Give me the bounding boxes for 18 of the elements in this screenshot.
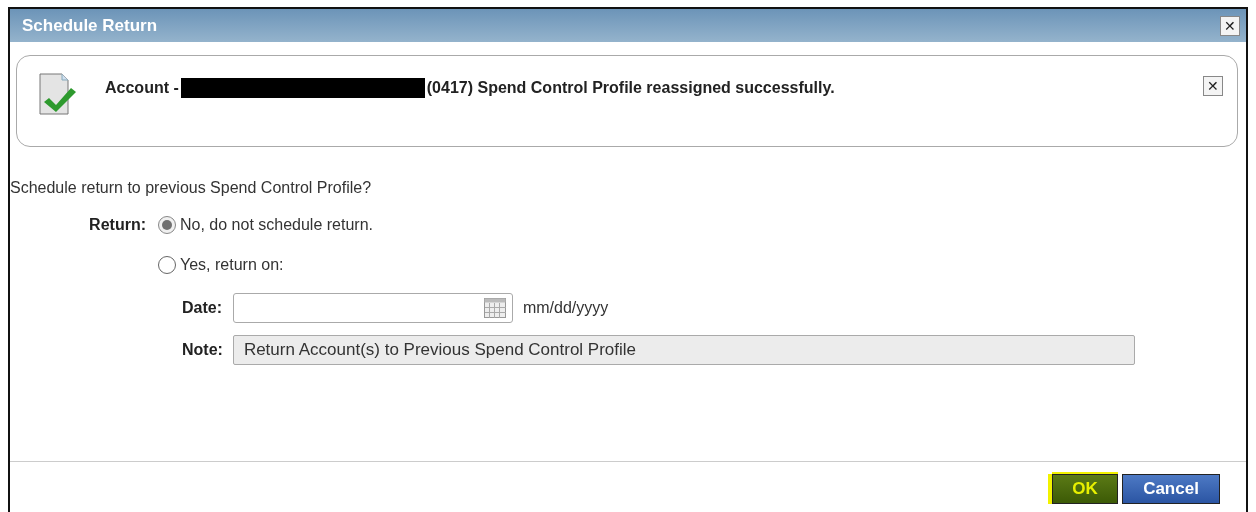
calendar-icon[interactable] [483,298,506,318]
date-field[interactable] [232,293,513,323]
field-label: Return: [89,216,146,233]
radio-label: No, do not schedule return. [180,216,373,234]
date-format-hint: mm/dd/yyyy [522,299,609,317]
radio-button[interactable] [158,256,176,274]
question-text: Schedule return to previous Spend Control Profile? [10,179,372,196]
close-button[interactable]: ✕ [1220,15,1240,36]
radio-button[interactable] [158,216,176,234]
window-title: Schedule Return [22,15,158,36]
close-button[interactable]: ✕ [1203,76,1223,96]
cancel-button[interactable]: Cancel [1122,474,1220,504]
document-check-icon [39,70,79,116]
message-text: (0417) Spend Control Profile reassigned successfully. [426,79,835,97]
radio-label: Yes, return on: [180,256,284,274]
field-label: Note: [182,341,223,359]
field-label: Date: [182,299,223,317]
message-text: Account - [105,79,179,97]
